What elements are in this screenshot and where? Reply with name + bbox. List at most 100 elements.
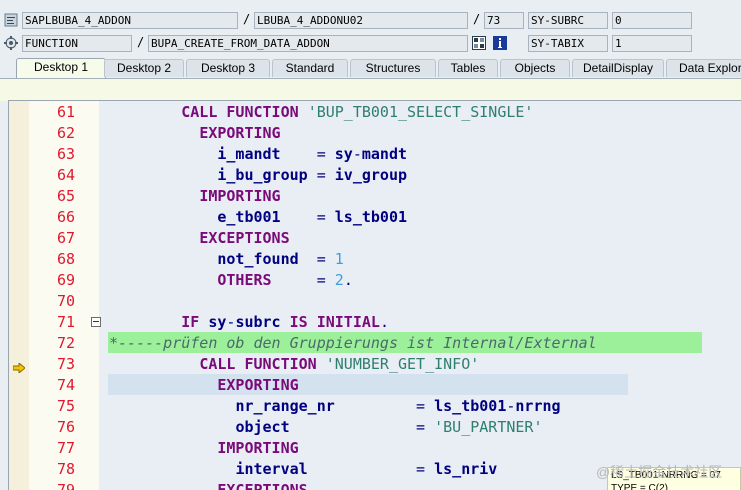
- code-line[interactable]: 65 IMPORTING: [9, 186, 741, 207]
- code-token: =: [280, 208, 335, 226]
- code-token: IF: [181, 313, 200, 331]
- tab-desktop-3[interactable]: Desktop 3: [186, 59, 270, 77]
- code-token: -: [352, 145, 362, 163]
- code-text: IMPORTING: [109, 186, 281, 207]
- code-token: mandt: [361, 145, 408, 163]
- tab-detail-display[interactable]: DetailDisplay: [572, 59, 664, 77]
- code-text: object = 'BU_PARTNER': [109, 417, 542, 438]
- code-token: =: [289, 418, 435, 436]
- info-icon[interactable]: [493, 36, 507, 50]
- tab-desktop-1[interactable]: Desktop 1: [16, 58, 106, 78]
- code-text: *-----prüfen ob den Gruppierungs ist Int…: [109, 333, 597, 354]
- tab-desktop-2[interactable]: Desktop 2: [104, 59, 184, 77]
- code-token: =: [271, 271, 335, 289]
- code-token: IMPORTING: [217, 439, 299, 457]
- code-line[interactable]: 76 object = 'BU_PARTNER': [9, 417, 741, 438]
- code-line[interactable]: 67 EXCEPTIONS: [9, 228, 741, 249]
- function-module-icon: [4, 36, 18, 50]
- line-number-field[interactable]: 73: [484, 12, 524, 29]
- code-token: IS INITIAL: [289, 313, 380, 331]
- line-number: 63: [56, 145, 75, 163]
- code-text: i_mandt = sy-mandt: [109, 144, 407, 165]
- code-token: EXCEPTIONS: [199, 229, 290, 247]
- program-name-field[interactable]: SAPLBUBA_4_ADDON: [22, 12, 238, 29]
- code-token: =: [280, 145, 335, 163]
- line-number: 76: [56, 418, 75, 436]
- line-number: 75: [56, 397, 75, 415]
- code-token: EXPORTING: [217, 376, 299, 394]
- grid-display-icon[interactable]: [472, 36, 486, 50]
- code-token: 2: [334, 271, 344, 289]
- line-number: 66: [56, 208, 75, 226]
- collapse-minus-icon[interactable]: [91, 317, 101, 327]
- tab-tables[interactable]: Tables: [438, 59, 498, 77]
- code-text: nr_range_nr = ls_tb001-nrrng: [109, 396, 560, 417]
- code-line[interactable]: 69 OTHERS = 2.: [9, 270, 741, 291]
- line-number: 71: [56, 313, 75, 331]
- execution-arrow-icon: [12, 360, 26, 375]
- include-name-field[interactable]: LBUBA_4_ADDONU02: [254, 12, 468, 29]
- code-token: nr_range_nr: [235, 397, 335, 415]
- tab-standard[interactable]: Standard: [272, 59, 348, 77]
- code-token: object: [235, 418, 290, 436]
- system-field-name-2[interactable]: SY-TABIX: [528, 35, 608, 52]
- system-field-name-1[interactable]: SY-SUBRC: [528, 12, 608, 29]
- code-line[interactable]: 77 IMPORTING: [9, 438, 741, 459]
- code-token: IMPORTING: [199, 187, 281, 205]
- code-token: ls_nriv: [434, 460, 498, 478]
- function-module-name-field[interactable]: BUPA_CREATE_FROM_DATA_ADDON: [148, 35, 468, 52]
- line-number: 68: [56, 250, 75, 268]
- line-number: 69: [56, 271, 75, 289]
- code-line[interactable]: 63 i_mandt = sy-mandt: [9, 144, 741, 165]
- code-token: not_found: [217, 250, 299, 268]
- source-code-editor[interactable]: 61 CALL FUNCTION 'BUP_TB001_SELECT_SINGL…: [8, 100, 741, 490]
- code-text: EXPORTING: [109, 123, 280, 144]
- code-token: i_bu_group: [217, 166, 308, 184]
- path-separator: /: [243, 12, 251, 26]
- tab-structures[interactable]: Structures: [350, 59, 436, 77]
- code-line[interactable]: 73 CALL FUNCTION 'NUMBER_GET_INFO': [9, 354, 741, 375]
- module-type-field[interactable]: FUNCTION: [22, 35, 132, 52]
- code-line[interactable]: 72 *-----prüfen ob den Gruppierungs ist I…: [9, 333, 741, 354]
- system-field-value-2[interactable]: 1: [612, 35, 692, 52]
- code-token: =: [307, 460, 435, 478]
- code-text: IF sy-subrc IS INITIAL.: [109, 312, 389, 333]
- code-line[interactable]: 61 CALL FUNCTION 'BUP_TB001_SELECT_SINGL…: [9, 102, 741, 123]
- code-text: IMPORTING: [109, 438, 299, 459]
- system-field-value-1[interactable]: 0: [612, 12, 692, 29]
- code-token: interval: [235, 460, 308, 478]
- line-number: 74: [56, 376, 75, 394]
- code-token: sy: [208, 313, 227, 331]
- code-line[interactable]: 62 EXPORTING: [9, 123, 741, 144]
- tab-data-explorer[interactable]: Data Explor: [666, 59, 741, 77]
- line-number: 62: [56, 124, 75, 142]
- line-number: 73: [56, 355, 75, 373]
- code-token: ls_tb001: [434, 397, 507, 415]
- code-text: EXCEPTIONS: [109, 228, 290, 249]
- code-line[interactable]: 68 not_found = 1: [9, 249, 741, 270]
- code-line[interactable]: 70: [9, 291, 741, 312]
- code-text: i_bu_group = iv_group: [109, 165, 407, 186]
- code-line[interactable]: 74 EXPORTING: [9, 375, 741, 396]
- line-number: 61: [56, 103, 75, 121]
- line-number: 67: [56, 229, 75, 247]
- code-line[interactable]: 64 i_bu_group = iv_group: [9, 165, 741, 186]
- code-line[interactable]: 71 IF sy-subrc IS INITIAL.: [9, 312, 741, 333]
- tab-objects[interactable]: Objects: [500, 59, 570, 77]
- code-token: =: [298, 250, 335, 268]
- code-line[interactable]: 75 nr_range_nr = ls_tb001-nrrng: [9, 396, 741, 417]
- code-line[interactable]: 66 e_tb001 = ls_tb001: [9, 207, 741, 228]
- code-token: iv_group: [334, 166, 408, 184]
- code-text: CALL FUNCTION 'NUMBER_GET_INFO': [109, 354, 479, 375]
- code-token: sy: [334, 145, 353, 163]
- path-separator: /: [137, 35, 145, 49]
